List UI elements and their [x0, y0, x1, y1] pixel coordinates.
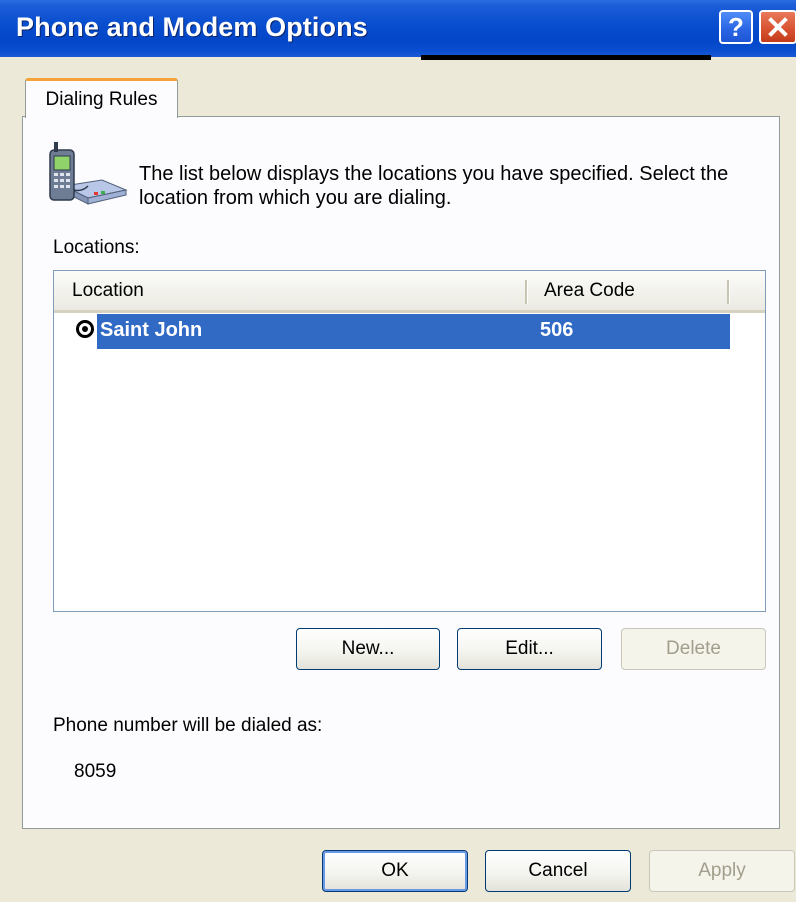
tab-dialing-rules[interactable]: Dialing Rules: [25, 78, 178, 118]
table-row[interactable]: Saint John 506: [54, 314, 765, 349]
cancel-button[interactable]: Cancel: [485, 850, 631, 892]
column-header-area-code[interactable]: Area Code: [527, 271, 730, 310]
list-header: Location Area Code: [54, 271, 765, 313]
title-bar-shadow: [421, 55, 711, 60]
row-area-code: 506: [540, 319, 574, 341]
dialed-as-label: Phone number will be dialed as:: [53, 715, 323, 736]
window-title: Phone and Modem Options: [16, 12, 368, 42]
column-header-location[interactable]: Location: [54, 271, 526, 310]
edit-button[interactable]: Edit...: [457, 628, 602, 670]
row-location: Saint John: [100, 319, 203, 341]
column-header-label: Area Code: [544, 279, 635, 301]
default-location-radio-icon: [76, 320, 94, 338]
tab-label: Dialing Rules: [45, 88, 158, 110]
locations-list[interactable]: Location Area Code Saint John 506: [53, 270, 766, 612]
close-icon: [768, 17, 788, 37]
column-divider[interactable]: [727, 280, 730, 304]
apply-button[interactable]: Apply: [649, 850, 795, 892]
locations-label: Locations:: [53, 237, 140, 258]
help-button[interactable]: ?: [719, 10, 753, 44]
title-bar[interactable]: Phone and Modem Options ?: [0, 0, 796, 57]
column-header-label: Location: [72, 279, 144, 301]
phone-modem-icon: [49, 142, 128, 205]
dialed-as-value: 8059: [74, 761, 117, 782]
description-text: The list below displays the locations yo…: [139, 163, 729, 209]
delete-button[interactable]: Delete: [621, 628, 766, 670]
ok-button[interactable]: OK: [322, 850, 468, 892]
new-button[interactable]: New...: [296, 628, 440, 670]
help-icon: ?: [728, 12, 744, 42]
close-button[interactable]: [759, 10, 796, 44]
